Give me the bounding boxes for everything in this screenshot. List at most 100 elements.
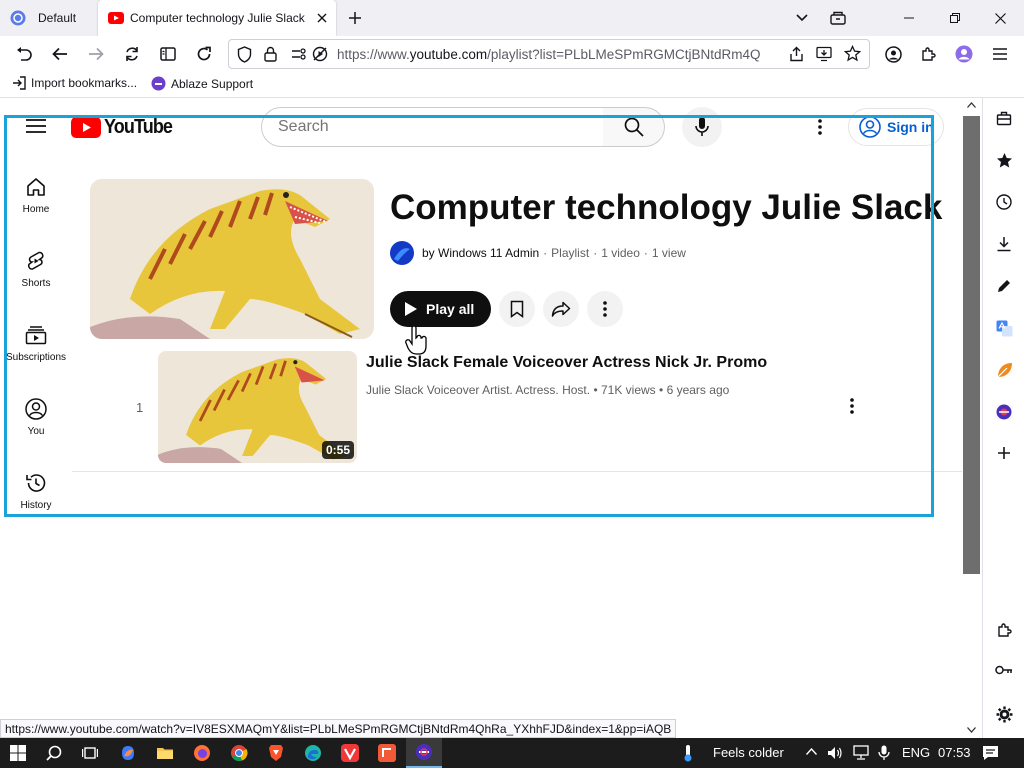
volume-icon[interactable] (827, 746, 843, 760)
reload-button[interactable] (192, 44, 216, 64)
settings-more-icon[interactable] (810, 116, 830, 138)
notifications-icon[interactable] (982, 745, 999, 761)
edge-app-icon[interactable] (295, 738, 331, 768)
sidebar-toggle-icon[interactable] (156, 44, 180, 64)
back-button[interactable] (48, 44, 72, 64)
autoplay-blocked-icon[interactable] (312, 46, 328, 62)
playlist-more-actions-button[interactable] (587, 291, 623, 327)
playlist-video-count: 1 video (601, 246, 640, 260)
pen-edit-icon[interactable] (983, 278, 1024, 294)
install-app-icon[interactable] (816, 46, 833, 62)
guide-menu-icon[interactable] (24, 116, 48, 136)
start-button[interactable] (0, 738, 36, 768)
sync-icon[interactable] (120, 44, 144, 64)
sidebar-item-label: Home (22, 204, 50, 215)
tab-active-playlist[interactable]: Computer technology Julie Slack (98, 0, 336, 36)
playlist-owner[interactable]: by Windows 11 Admin (422, 246, 539, 260)
scroll-up-arrow-icon[interactable] (967, 102, 976, 108)
downloads-icon[interactable] (983, 236, 1024, 252)
extensions-icon[interactable] (916, 44, 940, 64)
close-tab-icon[interactable] (314, 10, 330, 26)
new-tab-button[interactable] (343, 9, 367, 27)
search-input[interactable] (261, 107, 604, 147)
bookmark-ablaze-support[interactable]: Ablaze Support (151, 76, 253, 91)
sidebar-item-label: Subscriptions (5, 352, 67, 363)
file-explorer-icon[interactable] (147, 738, 183, 768)
sidebar-item-you[interactable]: You (0, 398, 72, 437)
sidebar-item-shorts[interactable]: Shorts (0, 250, 72, 289)
sign-in-button[interactable]: Sign in (848, 108, 944, 146)
settings-gear-icon[interactable] (983, 706, 1024, 723)
language-indicator[interactable]: ENG (902, 745, 930, 760)
tracking-protection-shield-icon[interactable] (237, 46, 252, 63)
scroll-down-arrow-icon[interactable] (967, 727, 976, 733)
vivaldi-app-icon[interactable] (332, 738, 368, 768)
minimize-button[interactable] (897, 9, 921, 27)
scrollbar-thumb[interactable] (963, 116, 980, 574)
thermometer-icon[interactable] (682, 744, 694, 762)
status-link-preview: https://www.youtube.com/watch?v=IV8ESXMA… (0, 719, 677, 738)
video-title[interactable]: Julie Slack Female Voiceover Actress Nic… (366, 354, 767, 372)
tab-default[interactable]: Default (0, 0, 98, 36)
forward-button[interactable] (84, 44, 108, 64)
tab-groups-icon[interactable] (826, 9, 850, 27)
task-view-icon[interactable] (72, 738, 108, 768)
network-icon[interactable] (853, 745, 869, 760)
add-panel-icon[interactable] (983, 446, 1024, 460)
profile-avatar-icon[interactable] (952, 44, 976, 64)
sidebar-item-home[interactable]: Home (0, 176, 72, 215)
owner-avatar[interactable] (390, 241, 414, 265)
play-all-button[interactable]: Play all (390, 291, 491, 327)
bookmark-star-icon[interactable] (844, 45, 861, 62)
restore-button[interactable] (943, 9, 967, 27)
microphone-tray-icon[interactable] (878, 745, 890, 761)
bookmarks-star-icon[interactable] (983, 152, 1024, 169)
sidebar-item-subscriptions[interactable]: Subscriptions (0, 324, 72, 363)
playlist-thumbnail[interactable] (90, 179, 374, 339)
history-clock-icon[interactable] (983, 194, 1024, 210)
tray-chevron-up-icon[interactable] (806, 748, 817, 755)
brave-app-icon[interactable] (258, 738, 294, 768)
chrome-app-icon[interactable] (221, 738, 257, 768)
leaf-extension-icon[interactable] (983, 362, 1024, 379)
translate-icon[interactable] (983, 320, 1024, 337)
close-window-button[interactable] (988, 9, 1012, 27)
ablaze-sidebar-icon[interactable] (983, 404, 1024, 420)
list-all-tabs-icon[interactable] (790, 9, 814, 27)
search-button[interactable] (603, 107, 665, 147)
share-arrow-icon (551, 301, 571, 317)
bookmark-import[interactable]: Import bookmarks... (12, 76, 137, 90)
app-orange-icon[interactable] (369, 738, 405, 768)
youtube-logo[interactable]: YouTube (71, 116, 180, 139)
home-icon (25, 176, 47, 198)
url-path: /playlist?list=PLbLMeSPmRGMCtjBNtdRm4Q (487, 47, 761, 62)
permissions-icon[interactable] (290, 47, 308, 61)
video-menu-icon[interactable] (850, 398, 854, 414)
copilot-app-icon[interactable] (110, 738, 146, 768)
app-menu-icon[interactable] (988, 44, 1012, 64)
url-text[interactable]: https://www.youtube.com/playlist?list=PL… (337, 47, 777, 62)
save-playlist-button[interactable] (499, 291, 535, 327)
share-playlist-button[interactable] (543, 291, 579, 327)
key-icon[interactable] (983, 664, 1024, 676)
voice-search-button[interactable] (682, 107, 722, 147)
sidebar-item-history[interactable]: History (0, 472, 72, 511)
undo-close-tab-icon[interactable] (12, 44, 36, 64)
sidebar-extensions-icon[interactable] (983, 622, 1024, 638)
playlist-type: Playlist (551, 246, 590, 260)
firefox-app-icon[interactable] (184, 738, 220, 768)
bookmark-icon (510, 300, 524, 318)
shorts-icon (25, 250, 47, 272)
taskbar-search-icon[interactable] (36, 738, 72, 768)
separator-dot: · (593, 246, 598, 260)
toolbox-icon[interactable] (983, 110, 1024, 126)
ablaze-app-icon[interactable] (406, 738, 442, 768)
account-icon[interactable] (881, 44, 905, 64)
lock-icon[interactable] (264, 46, 277, 62)
playlist-views: 1 view (651, 246, 686, 260)
video-channel[interactable]: Julie Slack Voiceover Artist. Actress. H… (366, 383, 590, 397)
share-icon[interactable] (789, 46, 804, 62)
weather-text[interactable]: Feels colder (713, 745, 784, 760)
clock-time[interactable]: 07:53 (938, 745, 971, 760)
url-bar[interactable]: https://www.youtube.com/playlist?list=PL… (228, 39, 870, 69)
